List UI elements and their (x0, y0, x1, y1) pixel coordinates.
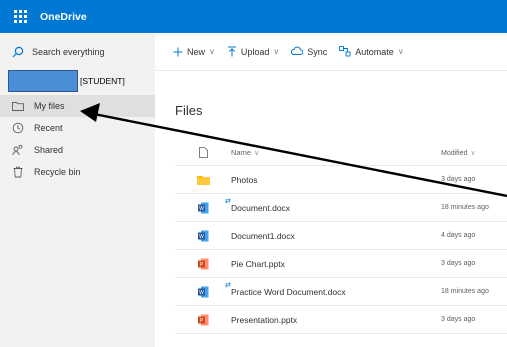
automate-button[interactable]: Automate ∨ (339, 46, 404, 57)
chevron-down-icon: ∨ (209, 47, 215, 56)
file-modified: 18 minutes ago (441, 288, 489, 295)
modified-column-label: Modified (441, 149, 468, 157)
sidebar-item-label: Shared (34, 145, 64, 155)
account-name: [STUDENT] (8, 69, 154, 93)
folder-icon (175, 175, 231, 185)
name-column-header[interactable]: Name ∨ (231, 148, 441, 157)
new-label: New (187, 46, 206, 57)
svg-text:W: W (199, 290, 204, 296)
sync-button[interactable]: Sync (291, 46, 327, 57)
file-modified: 18 minutes ago (441, 204, 489, 211)
file-modified: 3 days ago (441, 316, 476, 323)
file-name-cell: ⇄ Document.docx (225, 198, 441, 213)
command-bar: New ∨ Upload ∨ Sync Automate ∨ (155, 33, 507, 71)
search-label: Search everything (32, 47, 105, 57)
word-file-icon: W (175, 286, 231, 298)
chevron-down-icon: ∨ (397, 47, 404, 56)
sidebar-nav: My files Recent Shared Recycle bin (0, 95, 155, 183)
automate-label: Automate (355, 46, 394, 57)
name-column-label: Name (231, 148, 252, 157)
redacted-name-box (8, 70, 78, 92)
file-name-cell: ⇄ Practice Word Document.docx (225, 282, 441, 297)
search-box[interactable]: Search everything (0, 33, 155, 71)
account-tag: [STUDENT] (80, 76, 125, 86)
file-name[interactable]: Document1.docx (231, 231, 441, 241)
table-row[interactable]: W ⇄ Document.docx 18 minutes ago (175, 194, 507, 222)
sync-status-icon: ⇄ (225, 197, 231, 205)
upload-button[interactable]: Upload ∨ (227, 46, 279, 57)
powerpoint-file-icon: P (175, 314, 231, 326)
trash-icon (12, 166, 24, 178)
chevron-down-icon: ∨ (470, 149, 476, 157)
svg-text:W: W (199, 234, 204, 240)
clock-icon (12, 122, 24, 134)
table-row[interactable]: W ⇄ Practice Word Document.docx 18 minut… (175, 278, 507, 306)
folder-icon (12, 100, 24, 112)
file-name[interactable]: Document.docx (231, 203, 290, 213)
sidebar: Search everything [STUDENT] My files Rec… (0, 33, 155, 347)
file-list: Name ∨ Modified ∨ Photos 3 days ago W ⇄ Do… (175, 140, 507, 334)
file-modified: 3 days ago (441, 176, 476, 183)
sidebar-item-shared[interactable]: Shared (0, 139, 155, 161)
modified-column-header[interactable]: Modified ∨ (441, 149, 507, 157)
table-row[interactable]: Photos 3 days ago (175, 166, 507, 194)
sidebar-item-label: My files (34, 101, 65, 111)
new-button[interactable]: New ∨ (173, 47, 215, 57)
powerpoint-file-icon: P (175, 258, 231, 270)
file-list-header: Name ∨ Modified ∨ (175, 140, 507, 166)
svg-text:W: W (199, 206, 204, 212)
word-file-icon: W (175, 202, 231, 214)
table-row[interactable]: W Document1.docx 4 days ago (175, 222, 507, 250)
file-type-header-icon[interactable] (175, 147, 231, 158)
app-title[interactable]: OneDrive (40, 11, 87, 23)
file-modified: 3 days ago (441, 260, 476, 267)
search-icon (12, 46, 24, 58)
sync-label: Sync (307, 46, 328, 57)
chevron-down-icon: ∨ (254, 148, 260, 157)
sidebar-item-label: Recycle bin (34, 167, 81, 177)
automate-icon (339, 46, 351, 57)
sidebar-item-my-files[interactable]: My files (0, 95, 155, 117)
table-row[interactable]: P Pie Chart.pptx 3 days ago (175, 250, 507, 278)
chevron-down-icon: ∨ (273, 47, 280, 56)
people-icon (12, 144, 24, 156)
sidebar-item-label: Recent (34, 123, 63, 133)
top-bar: OneDrive (0, 0, 507, 33)
sidebar-item-recycle-bin[interactable]: Recycle bin (0, 161, 155, 183)
page-title: Files (175, 103, 203, 118)
sync-icon (291, 46, 304, 57)
sync-status-icon: ⇄ (225, 281, 231, 289)
file-name[interactable]: Presentation.pptx (231, 315, 441, 325)
upload-label: Upload (240, 46, 270, 57)
file-name[interactable]: Practice Word Document.docx (231, 287, 346, 297)
plus-icon (173, 47, 183, 57)
file-modified: 4 days ago (441, 232, 476, 239)
table-row[interactable]: P Presentation.pptx 3 days ago (175, 306, 507, 334)
sidebar-item-recent[interactable]: Recent (0, 117, 155, 139)
file-name[interactable]: Pie Chart.pptx (231, 259, 441, 269)
word-file-icon: W (175, 230, 231, 242)
upload-icon (227, 46, 237, 57)
file-name[interactable]: Photos (231, 175, 441, 185)
app-launcher-icon[interactable] (0, 0, 40, 33)
